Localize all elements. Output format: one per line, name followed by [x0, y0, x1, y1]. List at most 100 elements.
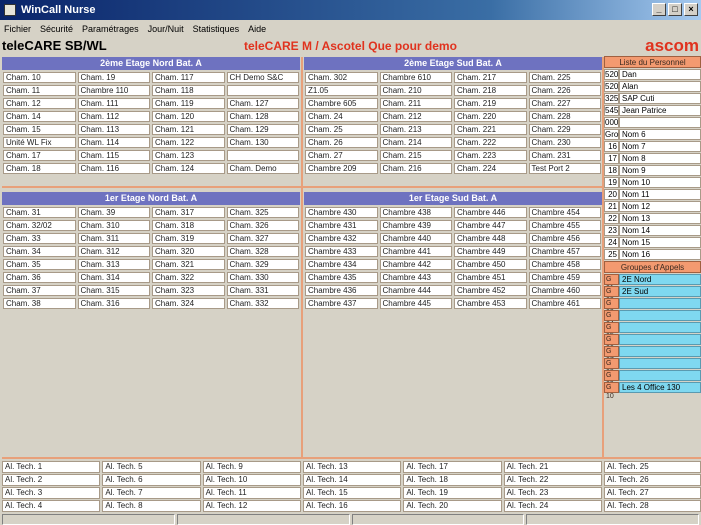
room-button[interactable]: Cham. 220 — [454, 111, 527, 122]
room-button[interactable]: Cham. 330 — [226, 272, 299, 283]
room-button[interactable]: Cham. 210 — [379, 85, 452, 96]
tech-alarm-button[interactable]: Al. Tech. 7 — [102, 487, 201, 499]
room-button[interactable]: Cham. 327 — [226, 233, 299, 244]
room-button[interactable]: Cham. 212 — [379, 111, 452, 122]
room-button[interactable]: Cham. 36 — [3, 272, 76, 283]
tech-alarm-button[interactable]: Al. Tech. 1 — [2, 461, 101, 473]
staff-row[interactable]: 22 Nom 13 — [604, 213, 701, 224]
call-group-row[interactable]: G 06 — [604, 334, 701, 352]
call-group-row[interactable]: G 07 — [604, 346, 701, 364]
call-group-row[interactable]: G 04 — [604, 310, 701, 328]
room-button[interactable]: Cham. 129 — [226, 124, 299, 135]
tech-alarm-button[interactable]: Al. Tech. 3 — [2, 487, 101, 499]
tech-alarm-button[interactable]: Al. Tech. 22 — [503, 474, 602, 486]
room-button[interactable]: Cham. 320 — [152, 246, 225, 257]
staff-row[interactable]: Grou Nom 6 — [604, 129, 701, 140]
room-button[interactable]: Cham. 222 — [454, 137, 527, 148]
tech-alarm-button[interactable]: Al. Tech. 6 — [102, 474, 201, 486]
room-button[interactable]: Cham. 316 — [77, 298, 150, 309]
tech-alarm-button[interactable]: Al. Tech. 11 — [202, 487, 301, 499]
room-button[interactable]: Cham. 35 — [3, 259, 76, 270]
room-button[interactable]: Chambre 446 — [454, 207, 527, 218]
room-button[interactable]: Chambre 444 — [379, 285, 452, 296]
room-button[interactable]: Chambre 436 — [305, 285, 378, 296]
room-button[interactable]: Cham. 31 — [3, 207, 76, 218]
menu-parametrages[interactable]: Paramétrages — [82, 24, 139, 34]
call-group-row[interactable]: G 03 — [604, 298, 701, 316]
room-button[interactable]: Cham. 321 — [152, 259, 225, 270]
tech-alarm-button[interactable]: Al. Tech. 10 — [202, 474, 301, 486]
room-button[interactable]: Cham. 26 — [305, 137, 378, 148]
room-button[interactable]: Cham. 214 — [379, 137, 452, 148]
tech-alarm-button[interactable]: Al. Tech. 26 — [604, 474, 701, 486]
room-button[interactable]: Cham. 227 — [528, 98, 601, 109]
room-button[interactable]: Chambre 448 — [454, 233, 527, 244]
staff-row[interactable]: 20 Nom 11 — [604, 189, 701, 200]
room-button[interactable]: Cham. 216 — [379, 163, 452, 174]
room-button[interactable]: Chambre 443 — [379, 272, 452, 283]
room-button[interactable]: Cham. 312 — [77, 246, 150, 257]
room-button[interactable]: Cham. 317 — [152, 207, 225, 218]
room-button[interactable]: Chambre 441 — [379, 246, 452, 257]
tech-alarm-button[interactable]: Al. Tech. 14 — [303, 474, 402, 486]
room-button[interactable]: Cham. 219 — [454, 98, 527, 109]
room-button[interactable]: Cham. 314 — [77, 272, 150, 283]
call-group-row[interactable]: G 05 — [604, 322, 701, 340]
tech-alarm-button[interactable]: Al. Tech. 20 — [403, 500, 502, 512]
tech-alarm-button[interactable]: Al. Tech. 9 — [202, 461, 301, 473]
room-button[interactable]: Cham. 331 — [226, 285, 299, 296]
room-button[interactable]: Chambre 455 — [528, 220, 601, 231]
tech-alarm-button[interactable]: Al. Tech. 16 — [303, 500, 402, 512]
room-button[interactable]: Cham. 113 — [77, 124, 150, 135]
room-button[interactable]: Cham. 215 — [379, 150, 452, 161]
staff-row[interactable]: 5202 Alan — [604, 81, 701, 92]
room-button[interactable]: Chambre 435 — [305, 272, 378, 283]
staff-list-title[interactable]: Liste du Personnel — [604, 56, 701, 68]
room-button[interactable]: Cham. 324 — [152, 298, 225, 309]
tech-alarm-button[interactable]: Al. Tech. 2 — [2, 474, 101, 486]
maximize-button[interactable]: □ — [668, 3, 682, 16]
menu-statistiques[interactable]: Statistiques — [193, 24, 240, 34]
menu-securite[interactable]: Sécurité — [40, 24, 73, 34]
room-button[interactable]: Chambre 434 — [305, 259, 378, 270]
menu-fichier[interactable]: Fichier — [4, 24, 31, 34]
room-button[interactable]: Cham. 117 — [152, 72, 225, 83]
room-button[interactable]: Cham. 127 — [226, 98, 299, 109]
room-button[interactable]: Chambre 610 — [379, 72, 452, 83]
room-button[interactable]: Cham. 37 — [3, 285, 76, 296]
tech-alarm-button[interactable]: Al. Tech. 5 — [102, 461, 201, 473]
room-button[interactable]: Cham. 27 — [305, 150, 378, 161]
room-button[interactable]: Cham. 311 — [77, 233, 150, 244]
room-button[interactable]: Chambre 456 — [528, 233, 601, 244]
staff-row[interactable]: 23 Nom 14 — [604, 225, 701, 236]
room-button[interactable]: Unité WL Fix — [3, 137, 76, 148]
room-button[interactable]: Chambre 605 — [305, 98, 378, 109]
tech-alarm-button[interactable]: Al. Tech. 28 — [604, 500, 701, 512]
room-button[interactable]: Chambre 439 — [379, 220, 452, 231]
room-button[interactable]: CH Demo S&C — [226, 72, 299, 83]
room-button[interactable]: Chambre 458 — [528, 259, 601, 270]
room-button[interactable]: Chambre 209 — [305, 163, 378, 174]
room-button[interactable]: Cham. 332 — [226, 298, 299, 309]
room-button[interactable]: Cham. 128 — [226, 111, 299, 122]
room-button[interactable]: Cham. 24 — [305, 111, 378, 122]
menu-jour-nuit[interactable]: Jour/Nuit — [148, 24, 184, 34]
room-button[interactable]: Cham. 328 — [226, 246, 299, 257]
room-button[interactable]: Chambre 461 — [528, 298, 601, 309]
staff-row[interactable]: 5457 Jean Patrice — [604, 105, 701, 116]
room-button[interactable]: Cham. 217 — [454, 72, 527, 83]
tech-alarm-button[interactable]: Al. Tech. 8 — [102, 500, 201, 512]
staff-row[interactable]: 325 SAP Cuti — [604, 93, 701, 104]
room-button[interactable]: Cham. 313 — [77, 259, 150, 270]
staff-row[interactable]: 19 Nom 10 — [604, 177, 701, 188]
room-button[interactable]: Cham. 111 — [77, 98, 150, 109]
room-button[interactable]: Cham. 25 — [305, 124, 378, 135]
tech-alarm-button[interactable]: Al. Tech. 21 — [503, 461, 602, 473]
room-button[interactable]: Cham. 38 — [3, 298, 76, 309]
room-button[interactable]: Cham. 18 — [3, 163, 76, 174]
staff-row[interactable]: 17 Nom 8 — [604, 153, 701, 164]
tech-alarm-button[interactable]: Al. Tech. 13 — [303, 461, 402, 473]
room-button[interactable]: Cham. 39 — [77, 207, 150, 218]
call-group-row[interactable]: G 08 — [604, 358, 701, 376]
room-button[interactable]: Chambre 449 — [454, 246, 527, 257]
